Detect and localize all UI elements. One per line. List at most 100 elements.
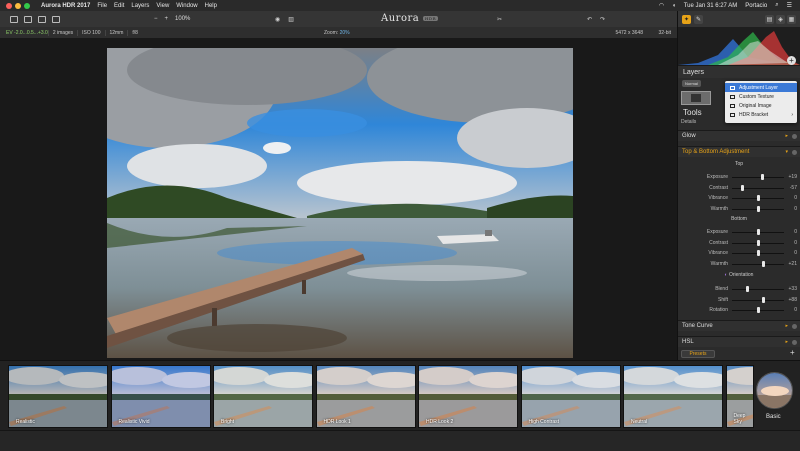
menu-item-adjustment-layer[interactable]: Adjustment Layer	[725, 83, 797, 92]
section-options-icon[interactable]	[792, 323, 797, 329]
preset-name: Realistic Vivid	[118, 419, 150, 425]
volume-icon[interactable]: ◖	[672, 3, 676, 9]
save-icon[interactable]	[52, 15, 60, 23]
top-slider-contrast[interactable]: Contrast -57	[678, 183, 800, 193]
top-slider-exposure[interactable]: Exposure +19	[678, 172, 800, 182]
hsl-section[interactable]: HSL ▸	[678, 336, 800, 347]
layer-thumbnail[interactable]	[681, 91, 711, 105]
open-folder-icon[interactable]	[24, 15, 32, 23]
preset-thumbnail[interactable]: Deep Sky	[725, 365, 754, 428]
wifi-icon[interactable]: ◠	[659, 2, 664, 9]
slider-knob[interactable]	[756, 205, 760, 212]
app-menu[interactable]: Aurora HDR 2017	[41, 3, 90, 9]
notification-center-icon[interactable]: ☰	[787, 2, 792, 9]
orientation-icon: ◐	[724, 272, 728, 278]
split-view-icon[interactable]: ▥	[288, 16, 294, 23]
top-bottom-adjustment-section[interactable]: Top & Bottom Adjustment ▾	[678, 146, 800, 157]
slider-track[interactable]	[732, 177, 784, 178]
adjust-tab-icon[interactable]: ✦	[682, 14, 691, 24]
preset-thumbnail[interactable]: HDR Look 2	[418, 365, 518, 428]
zoom-window-button[interactable]	[24, 2, 30, 9]
menu-view[interactable]: View	[156, 3, 169, 9]
section-options-icon[interactable]	[792, 339, 797, 345]
panel-tabs: ✦ ✎ ▤ ◈ ▦	[678, 11, 800, 27]
menu-layers[interactable]: Layers	[131, 3, 149, 9]
slider-track[interactable]	[732, 289, 784, 290]
preset-thumbnail[interactable]: Neutral	[623, 365, 723, 428]
menu-help[interactable]: Help	[205, 3, 217, 9]
slider-knob[interactable]	[756, 250, 760, 256]
bottom-slider-exposure[interactable]: Exposure 0	[678, 227, 800, 237]
brush-tab-icon[interactable]: ✎	[694, 14, 703, 24]
zoom-in-button[interactable]: +	[165, 16, 169, 22]
slider-knob[interactable]	[740, 184, 744, 191]
glow-section[interactable]: Glow ▸	[678, 130, 800, 141]
crop-tool-icon[interactable]: ✂	[497, 16, 502, 23]
zoom-readout[interactable]: Zoom: 20%	[324, 30, 350, 36]
section-options-icon[interactable]	[792, 133, 797, 139]
slider-knob[interactable]	[746, 286, 750, 292]
preset-thumbnail[interactable]: HDR Look 1	[315, 365, 416, 428]
preset-thumbnail[interactable]: Realistic	[8, 365, 108, 428]
slider-label: Blend	[715, 286, 728, 292]
bottom-slider-vibrance[interactable]: Vibrance 0	[678, 248, 800, 258]
menu-file[interactable]: File	[97, 3, 107, 9]
eye-icon[interactable]: ◉	[275, 16, 280, 23]
histogram-toggle-icon[interactable]: ▤	[765, 14, 774, 24]
add-layer-button[interactable]: +	[787, 56, 796, 65]
menu-item-label: Adjustment Layer	[739, 84, 778, 91]
top-slider-warmth[interactable]: Warmth 0	[678, 204, 800, 214]
compare-icon[interactable]	[38, 15, 46, 23]
zoom-percent[interactable]: 100%	[175, 16, 190, 22]
slider-track[interactable]	[732, 187, 784, 189]
tone-curve-section[interactable]: Tone Curve ▸	[678, 320, 800, 331]
slider-track[interactable]	[732, 299, 784, 301]
slider-value: +21	[788, 260, 797, 267]
presets-toggle-icon[interactable]: ▦	[787, 14, 796, 24]
minimize-window-button[interactable]	[15, 2, 21, 9]
bottom-slider-warmth[interactable]: Warmth +21	[678, 259, 800, 269]
layers-toggle-icon[interactable]: ◈	[776, 14, 785, 24]
slider-knob[interactable]	[756, 239, 760, 246]
slider-knob[interactable]	[756, 307, 760, 313]
orientation-slider-shift[interactable]: Shift +88	[678, 295, 800, 305]
preset-thumbnail[interactable]: High Contrast	[520, 365, 621, 428]
bit-depth: 32-bit	[658, 29, 671, 36]
orientation-slider-blend[interactable]: Blend +33	[678, 284, 800, 294]
zoom-out-button[interactable]: −	[154, 16, 158, 22]
menu-window[interactable]: Window	[176, 3, 197, 9]
focal-length: 12mm	[104, 29, 128, 36]
details-label: Details	[681, 119, 697, 125]
menu-edit[interactable]: Edit	[114, 3, 124, 9]
menu-item-original-image[interactable]: Original Image	[725, 101, 797, 110]
slider-knob[interactable]	[761, 260, 765, 267]
redo-icon[interactable]: ↷	[600, 16, 605, 23]
orientation-slider-rotation[interactable]: Rotation 0	[678, 305, 800, 315]
blend-mode-select[interactable]: Normal	[682, 79, 701, 87]
slider-knob[interactable]	[760, 174, 764, 180]
preset-thumbnail[interactable]: Bright	[213, 365, 313, 428]
slider-label: Shift	[717, 296, 728, 303]
slider-track[interactable]	[732, 263, 784, 265]
undo-icon[interactable]: ↶	[587, 16, 592, 23]
menu-item-hdr-bracket[interactable]: HDR Bracket ›	[725, 110, 797, 119]
close-window-button[interactable]	[6, 2, 12, 9]
slider-knob[interactable]	[756, 195, 760, 201]
menubar-clock[interactable]: Tue Jan 31 6:27 AM	[684, 3, 737, 9]
section-options-icon[interactable]	[792, 149, 797, 155]
add-preset-button[interactable]: +	[790, 348, 795, 357]
bottom-slider-contrast[interactable]: Contrast 0	[678, 238, 800, 248]
basic-preset-category[interactable]	[756, 372, 793, 409]
image-canvas[interactable]	[0, 38, 677, 360]
menubar-user[interactable]: Portacio	[745, 3, 767, 9]
preset-thumbnail[interactable]: Realistic Vivid	[110, 365, 211, 428]
presets-button[interactable]: Presets	[681, 350, 715, 358]
slider-knob[interactable]	[761, 296, 765, 303]
spotlight-icon[interactable]: ⌕	[775, 2, 778, 9]
zoom-value[interactable]: 20%	[340, 30, 350, 36]
slider-knob[interactable]	[756, 229, 760, 235]
top-slider-vibrance[interactable]: Vibrance 0	[678, 193, 800, 203]
preset-name: Deep Sky	[733, 413, 746, 425]
menu-item-custom-texture[interactable]: Custom Texture	[725, 92, 797, 101]
new-file-icon[interactable]	[10, 15, 18, 23]
